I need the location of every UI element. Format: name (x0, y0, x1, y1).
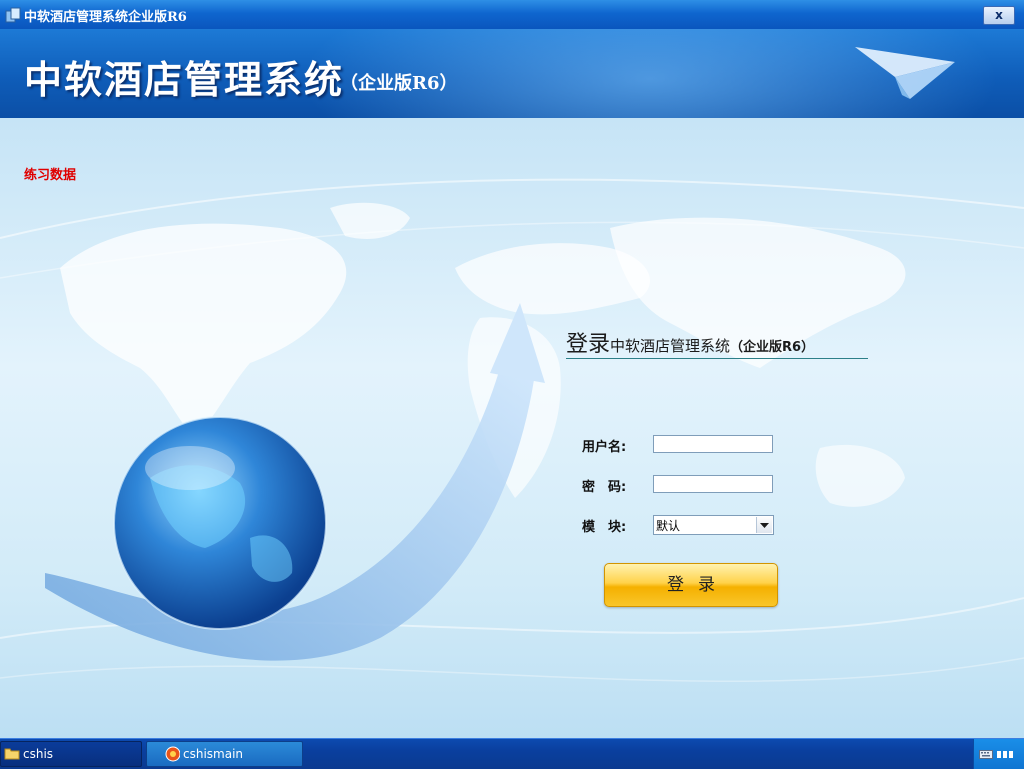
login-heading-word: 登录 (566, 332, 611, 357)
system-tray (973, 739, 1024, 769)
folder-icon (4, 748, 20, 760)
taskbar-item-label: cshismain (183, 747, 244, 761)
keyboard-icon[interactable] (979, 750, 993, 759)
banner-title: 中软酒店管理系统 (24, 57, 345, 102)
header-banner: 中软酒店管理系统 （企业版R6） (0, 29, 1024, 118)
login-button[interactable]: 登录 (604, 563, 778, 607)
login-heading-system: 中软酒店管理系统 (610, 337, 731, 355)
window-title: 中软酒店管理系统企业版R6 (24, 10, 187, 25)
module-label: 模 块: (582, 520, 627, 535)
login-heading-edition: （企业版R6） (730, 340, 815, 355)
close-button[interactable]: x (983, 6, 1015, 25)
login-heading: 登录中软酒店管理系统（企业版R6） (566, 326, 868, 359)
main-area: 练习数据 登录中软酒店管理系统（企业版R6） 用户名: 密 码: 模 块: 默认… (0, 118, 1024, 738)
password-input[interactable] (653, 475, 773, 493)
module-selected-value: 默认 (656, 519, 681, 533)
app-icon (5, 7, 21, 23)
app-window: 中软酒店管理系统企业版R6 x 中软酒店管理系统 （企业版R6） 练习数据 登录… (0, 0, 1024, 738)
taskbar-item-cshis[interactable]: cshis (0, 741, 142, 767)
chevron-down-icon[interactable] (756, 517, 772, 533)
practice-data-label: 练习数据 (24, 168, 77, 183)
paper-plane-icon (855, 47, 955, 99)
title-bar[interactable]: 中软酒店管理系统企业版R6 x (0, 0, 1024, 30)
taskbar-item-cshismain[interactable]: cshismain (146, 741, 303, 767)
banner-subtitle: （企业版R6） (340, 73, 458, 94)
module-dropdown[interactable]: 默认 (653, 515, 774, 535)
username-label: 用户名: (582, 440, 627, 455)
taskbar-item-label: cshis (23, 747, 54, 761)
taskbar: cshis cshismain (0, 738, 1024, 769)
password-label: 密 码: (582, 480, 627, 495)
tray-dots-icon[interactable] (997, 750, 1017, 759)
world-map-background (0, 178, 1024, 682)
username-input[interactable] (653, 435, 773, 453)
app-icon (165, 746, 180, 762)
